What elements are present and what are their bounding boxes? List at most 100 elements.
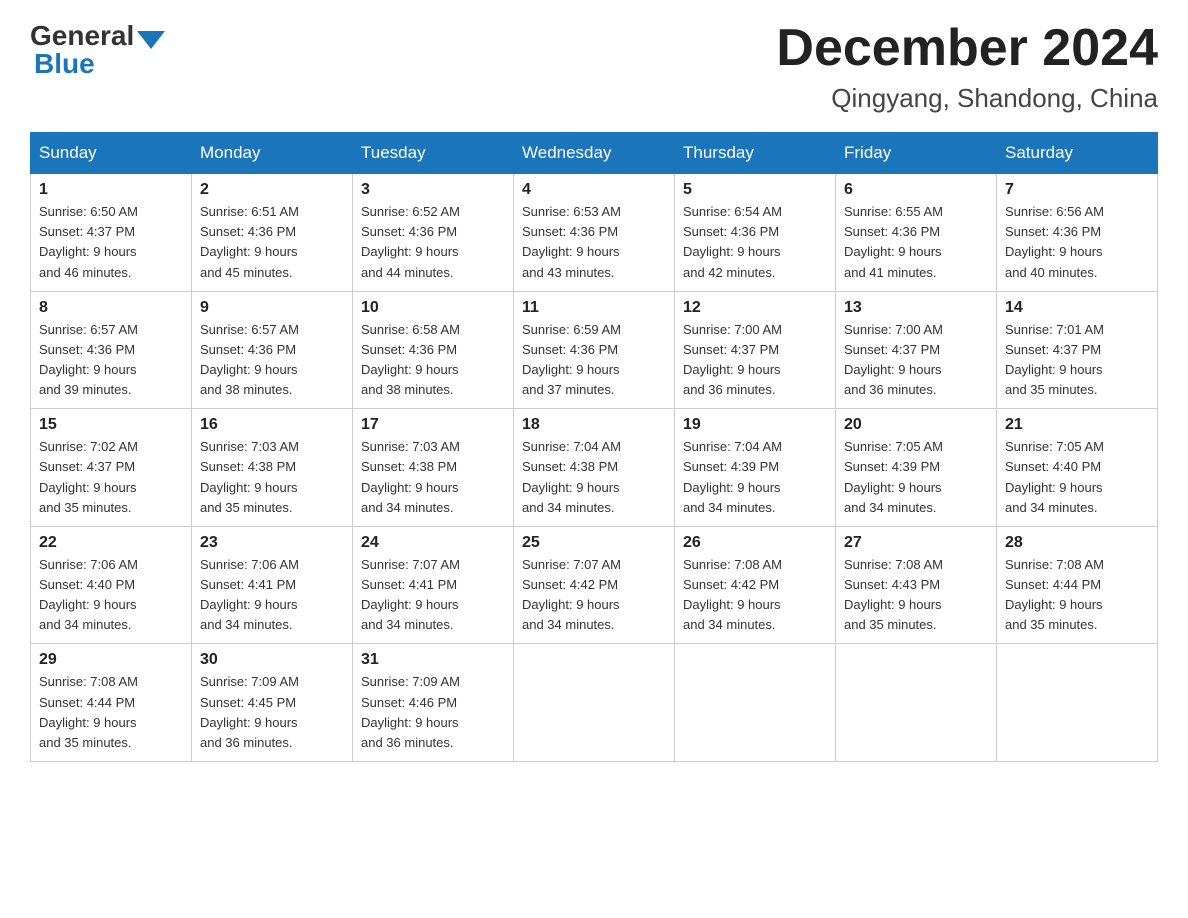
day-info: Sunrise: 7:07 AMSunset: 4:41 PMDaylight:… — [361, 557, 460, 632]
calendar-cell: 3 Sunrise: 6:52 AMSunset: 4:36 PMDayligh… — [353, 174, 514, 292]
title-area: December 2024 Qingyang, Shandong, China — [776, 20, 1158, 114]
day-number: 7 — [1005, 181, 1149, 199]
day-number: 14 — [1005, 299, 1149, 317]
calendar-week-row: 1 Sunrise: 6:50 AMSunset: 4:37 PMDayligh… — [31, 174, 1158, 292]
calendar-cell: 10 Sunrise: 6:58 AMSunset: 4:36 PMDaylig… — [353, 291, 514, 409]
calendar-cell — [514, 644, 675, 762]
day-number: 3 — [361, 181, 505, 199]
day-number: 27 — [844, 534, 988, 552]
day-number: 13 — [844, 299, 988, 317]
day-number: 21 — [1005, 416, 1149, 434]
day-info: Sunrise: 7:00 AMSunset: 4:37 PMDaylight:… — [844, 322, 943, 397]
calendar-cell: 7 Sunrise: 6:56 AMSunset: 4:36 PMDayligh… — [997, 174, 1158, 292]
logo-blue-text: Blue — [34, 48, 95, 79]
weekday-header-monday: Monday — [192, 133, 353, 174]
day-info: Sunrise: 6:55 AMSunset: 4:36 PMDaylight:… — [844, 204, 943, 279]
day-info: Sunrise: 7:03 AMSunset: 4:38 PMDaylight:… — [361, 439, 460, 514]
calendar-cell: 19 Sunrise: 7:04 AMSunset: 4:39 PMDaylig… — [675, 409, 836, 527]
day-info: Sunrise: 6:57 AMSunset: 4:36 PMDaylight:… — [200, 322, 299, 397]
day-info: Sunrise: 6:58 AMSunset: 4:36 PMDaylight:… — [361, 322, 460, 397]
day-number: 10 — [361, 299, 505, 317]
day-number: 8 — [39, 299, 183, 317]
day-info: Sunrise: 7:02 AMSunset: 4:37 PMDaylight:… — [39, 439, 138, 514]
day-info: Sunrise: 7:06 AMSunset: 4:40 PMDaylight:… — [39, 557, 138, 632]
calendar-table: SundayMondayTuesdayWednesdayThursdayFrid… — [30, 132, 1158, 762]
calendar-cell: 9 Sunrise: 6:57 AMSunset: 4:36 PMDayligh… — [192, 291, 353, 409]
day-number: 1 — [39, 181, 183, 199]
calendar-cell: 21 Sunrise: 7:05 AMSunset: 4:40 PMDaylig… — [997, 409, 1158, 527]
calendar-cell: 30 Sunrise: 7:09 AMSunset: 4:45 PMDaylig… — [192, 644, 353, 762]
calendar-cell: 24 Sunrise: 7:07 AMSunset: 4:41 PMDaylig… — [353, 526, 514, 644]
calendar-cell: 20 Sunrise: 7:05 AMSunset: 4:39 PMDaylig… — [836, 409, 997, 527]
weekday-header-saturday: Saturday — [997, 133, 1158, 174]
day-info: Sunrise: 6:57 AMSunset: 4:36 PMDaylight:… — [39, 322, 138, 397]
calendar-cell: 2 Sunrise: 6:51 AMSunset: 4:36 PMDayligh… — [192, 174, 353, 292]
calendar-cell: 1 Sunrise: 6:50 AMSunset: 4:37 PMDayligh… — [31, 174, 192, 292]
calendar-cell: 23 Sunrise: 7:06 AMSunset: 4:41 PMDaylig… — [192, 526, 353, 644]
day-number: 25 — [522, 534, 666, 552]
day-number: 12 — [683, 299, 827, 317]
day-info: Sunrise: 6:53 AMSunset: 4:36 PMDaylight:… — [522, 204, 621, 279]
calendar-cell: 27 Sunrise: 7:08 AMSunset: 4:43 PMDaylig… — [836, 526, 997, 644]
calendar-cell: 8 Sunrise: 6:57 AMSunset: 4:36 PMDayligh… — [31, 291, 192, 409]
weekday-header-wednesday: Wednesday — [514, 133, 675, 174]
calendar-week-row: 22 Sunrise: 7:06 AMSunset: 4:40 PMDaylig… — [31, 526, 1158, 644]
day-info: Sunrise: 7:05 AMSunset: 4:40 PMDaylight:… — [1005, 439, 1104, 514]
calendar-cell: 6 Sunrise: 6:55 AMSunset: 4:36 PMDayligh… — [836, 174, 997, 292]
calendar-cell: 22 Sunrise: 7:06 AMSunset: 4:40 PMDaylig… — [31, 526, 192, 644]
day-info: Sunrise: 7:09 AMSunset: 4:46 PMDaylight:… — [361, 674, 460, 749]
day-info: Sunrise: 7:06 AMSunset: 4:41 PMDaylight:… — [200, 557, 299, 632]
calendar-cell: 26 Sunrise: 7:08 AMSunset: 4:42 PMDaylig… — [675, 526, 836, 644]
calendar-cell: 15 Sunrise: 7:02 AMSunset: 4:37 PMDaylig… — [31, 409, 192, 527]
day-number: 17 — [361, 416, 505, 434]
day-number: 5 — [683, 181, 827, 199]
page-header: General Blue December 2024 Qingyang, Sha… — [30, 20, 1158, 114]
day-info: Sunrise: 6:51 AMSunset: 4:36 PMDaylight:… — [200, 204, 299, 279]
calendar-cell — [836, 644, 997, 762]
calendar-cell: 18 Sunrise: 7:04 AMSunset: 4:38 PMDaylig… — [514, 409, 675, 527]
calendar-cell: 5 Sunrise: 6:54 AMSunset: 4:36 PMDayligh… — [675, 174, 836, 292]
weekday-header-thursday: Thursday — [675, 133, 836, 174]
day-info: Sunrise: 7:08 AMSunset: 4:44 PMDaylight:… — [39, 674, 138, 749]
day-number: 4 — [522, 181, 666, 199]
day-info: Sunrise: 7:03 AMSunset: 4:38 PMDaylight:… — [200, 439, 299, 514]
weekday-header-row: SundayMondayTuesdayWednesdayThursdayFrid… — [31, 133, 1158, 174]
day-info: Sunrise: 7:08 AMSunset: 4:43 PMDaylight:… — [844, 557, 943, 632]
month-title: December 2024 — [776, 20, 1158, 77]
day-number: 6 — [844, 181, 988, 199]
weekday-header-sunday: Sunday — [31, 133, 192, 174]
day-info: Sunrise: 6:56 AMSunset: 4:36 PMDaylight:… — [1005, 204, 1104, 279]
calendar-cell: 16 Sunrise: 7:03 AMSunset: 4:38 PMDaylig… — [192, 409, 353, 527]
day-info: Sunrise: 7:04 AMSunset: 4:38 PMDaylight:… — [522, 439, 621, 514]
calendar-cell: 12 Sunrise: 7:00 AMSunset: 4:37 PMDaylig… — [675, 291, 836, 409]
calendar-cell: 11 Sunrise: 6:59 AMSunset: 4:36 PMDaylig… — [514, 291, 675, 409]
calendar-cell: 17 Sunrise: 7:03 AMSunset: 4:38 PMDaylig… — [353, 409, 514, 527]
day-info: Sunrise: 6:50 AMSunset: 4:37 PMDaylight:… — [39, 204, 138, 279]
calendar-week-row: 8 Sunrise: 6:57 AMSunset: 4:36 PMDayligh… — [31, 291, 1158, 409]
day-info: Sunrise: 7:04 AMSunset: 4:39 PMDaylight:… — [683, 439, 782, 514]
day-number: 29 — [39, 651, 183, 669]
calendar-week-row: 15 Sunrise: 7:02 AMSunset: 4:37 PMDaylig… — [31, 409, 1158, 527]
day-info: Sunrise: 7:05 AMSunset: 4:39 PMDaylight:… — [844, 439, 943, 514]
day-number: 19 — [683, 416, 827, 434]
day-info: Sunrise: 6:54 AMSunset: 4:36 PMDaylight:… — [683, 204, 782, 279]
day-info: Sunrise: 7:01 AMSunset: 4:37 PMDaylight:… — [1005, 322, 1104, 397]
calendar-cell — [997, 644, 1158, 762]
day-number: 28 — [1005, 534, 1149, 552]
location-title: Qingyang, Shandong, China — [776, 83, 1158, 114]
day-info: Sunrise: 7:09 AMSunset: 4:45 PMDaylight:… — [200, 674, 299, 749]
day-number: 11 — [522, 299, 666, 317]
day-number: 16 — [200, 416, 344, 434]
day-info: Sunrise: 7:08 AMSunset: 4:44 PMDaylight:… — [1005, 557, 1104, 632]
calendar-cell — [675, 644, 836, 762]
day-info: Sunrise: 7:07 AMSunset: 4:42 PMDaylight:… — [522, 557, 621, 632]
logo: General Blue — [30, 20, 168, 80]
weekday-header-friday: Friday — [836, 133, 997, 174]
day-number: 15 — [39, 416, 183, 434]
weekday-header-tuesday: Tuesday — [353, 133, 514, 174]
day-number: 23 — [200, 534, 344, 552]
day-number: 20 — [844, 416, 988, 434]
day-number: 22 — [39, 534, 183, 552]
day-number: 31 — [361, 651, 505, 669]
day-number: 18 — [522, 416, 666, 434]
